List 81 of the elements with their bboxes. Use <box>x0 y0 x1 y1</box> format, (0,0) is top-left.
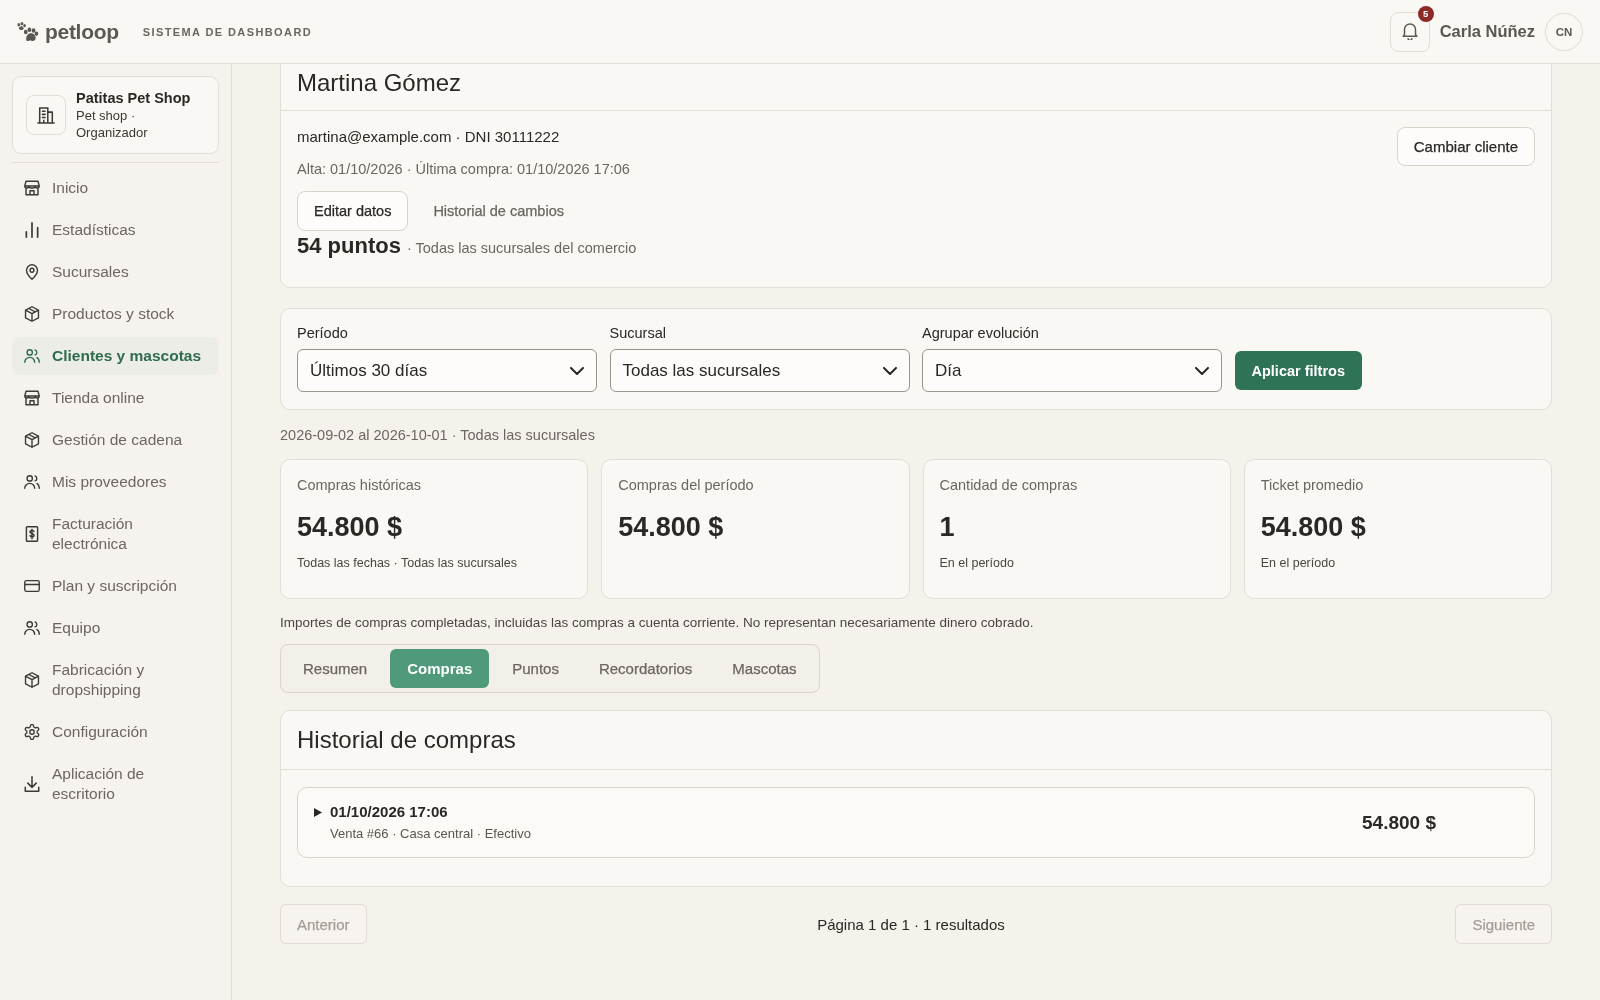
nav-item[interactable]: Gestión de cadena <box>12 421 219 459</box>
receipt-icon <box>24 526 40 542</box>
store-icon <box>24 180 40 196</box>
nav-item[interactable]: Plan y suscripción <box>12 567 219 605</box>
organization-name: Patitas Pet Shop <box>76 89 192 107</box>
stat-label: Compras del período <box>618 476 755 495</box>
download-icon <box>24 776 40 792</box>
nav-item[interactable]: Mis proveedores <box>12 463 219 501</box>
stat-note: En el período <box>939 555 1015 572</box>
footnote: Importes de compras completadas, incluidas las compras a cuenta corriente. No representan necesariamente dinero cobrado. <box>280 615 1035 631</box>
paw-logo-icon <box>16 22 39 41</box>
field-label: Agrupar evolución <box>922 324 1040 342</box>
purchase-date: 01/10/2026 17:06 <box>330 802 448 822</box>
map-pin-icon <box>24 264 40 280</box>
section-title: Historial de compras <box>297 725 517 755</box>
nav-item[interactable]: Facturación electrónica <box>12 505 219 563</box>
points-scope: · Todas las sucursales del comercio <box>406 240 637 256</box>
users-icon <box>24 620 40 636</box>
date-range: 2026-09-02 al 2026-10-01 · Todas las sucursales <box>280 426 596 444</box>
customer-name: Martina Gómez <box>297 68 463 98</box>
page-status: Página 1 de 1 · 1 resultados <box>817 915 1005 933</box>
store-icon <box>24 390 40 406</box>
select-field[interactable]: Día <box>922 349 1222 392</box>
users-icon <box>24 348 40 364</box>
nav-item[interactable]: Clientes y mascotas <box>12 337 219 375</box>
dashboard-title: SISTEMA DE DASHBOARD <box>142 25 313 38</box>
credit-card-icon <box>24 578 40 594</box>
tab[interactable]: Resumen <box>286 649 385 688</box>
bell-icon <box>1401 23 1418 40</box>
purchase-detail: Venta #66 · Casa central · Efectivo <box>330 825 531 843</box>
select-field[interactable]: Últimos 30 días <box>297 349 597 392</box>
stat-label: Compras históricas <box>297 476 423 495</box>
organization-role: Pet shop · Organizador <box>76 107 149 141</box>
stat-value: 54.800 $ <box>297 511 404 544</box>
logo-text: petloop <box>45 19 119 44</box>
select-field[interactable]: Todas las sucursales <box>609 349 910 392</box>
edit-button[interactable]: Editar datos <box>297 191 409 231</box>
nav-item[interactable]: Tienda online <box>12 379 219 417</box>
box-icon <box>24 306 40 322</box>
purchase-row[interactable]: 01/10/2026 17:06 Venta #66 · Casa central · Efectivo 54.800 $ <box>297 787 1535 858</box>
nav-item[interactable]: Productos y stock <box>12 295 219 333</box>
building-icon <box>26 95 66 135</box>
user-name: Carla Núñez <box>1439 22 1535 41</box>
stat-value: 54.800 $ <box>618 511 725 544</box>
history-link[interactable]: Historial de cambios <box>416 191 581 231</box>
customer-contact: martina@example.com · DNI 30111222 <box>297 127 561 147</box>
nav-item[interactable]: Sucursales <box>12 253 219 291</box>
nav-item[interactable]: Aplicación de escritorio <box>12 755 219 813</box>
change-customer-button[interactable]: Cambiar cliente <box>1396 127 1535 166</box>
tab[interactable]: Compras <box>390 649 490 688</box>
stat-note: En el período <box>1260 555 1337 572</box>
settings-icon <box>24 724 40 740</box>
purchase-amount: 54.800 $ <box>1362 811 1436 834</box>
field-label: Período <box>297 324 349 342</box>
chevron-down-icon <box>570 366 584 375</box>
bar-chart-icon <box>24 222 40 238</box>
tab[interactable]: Recordatorios <box>581 649 710 688</box>
tab[interactable]: Puntos <box>495 649 576 688</box>
customer-dates: Alta: 01/10/2026 · Última compra: 01/10/2026 17:06 <box>297 160 631 179</box>
box-icon <box>24 432 40 448</box>
apply-filters-button[interactable]: Aplicar filtros <box>1234 351 1362 390</box>
notification-badge: 5 <box>1417 5 1434 22</box>
tab[interactable]: Mascotas <box>715 649 814 688</box>
chevron-down-icon <box>1195 366 1209 375</box>
notifications-button[interactable] <box>1389 11 1430 52</box>
stat-label: Ticket promedio <box>1260 476 1365 495</box>
nav-item[interactable]: Configuración <box>12 713 219 751</box>
nav-item[interactable]: Inicio <box>12 169 219 207</box>
stat-value: 1 <box>939 511 956 544</box>
chevron-down-icon <box>882 366 897 375</box>
field-label: Sucursal <box>609 324 667 342</box>
users-icon <box>24 474 40 490</box>
box-icon <box>24 672 40 688</box>
points-total: 54 puntos <box>297 233 401 259</box>
nav-item[interactable]: Fabricación y dropshipping <box>12 651 219 709</box>
stat-label: Cantidad de compras <box>939 476 1079 495</box>
nav-item[interactable]: Equipo <box>12 609 219 647</box>
user-avatar[interactable]: CN <box>1545 12 1583 51</box>
stat-value: 54.800 $ <box>1260 511 1367 544</box>
stat-note: Todas las fechas · Todas las sucursales <box>297 555 519 572</box>
nav-item[interactable]: Estadísticas <box>12 211 219 249</box>
